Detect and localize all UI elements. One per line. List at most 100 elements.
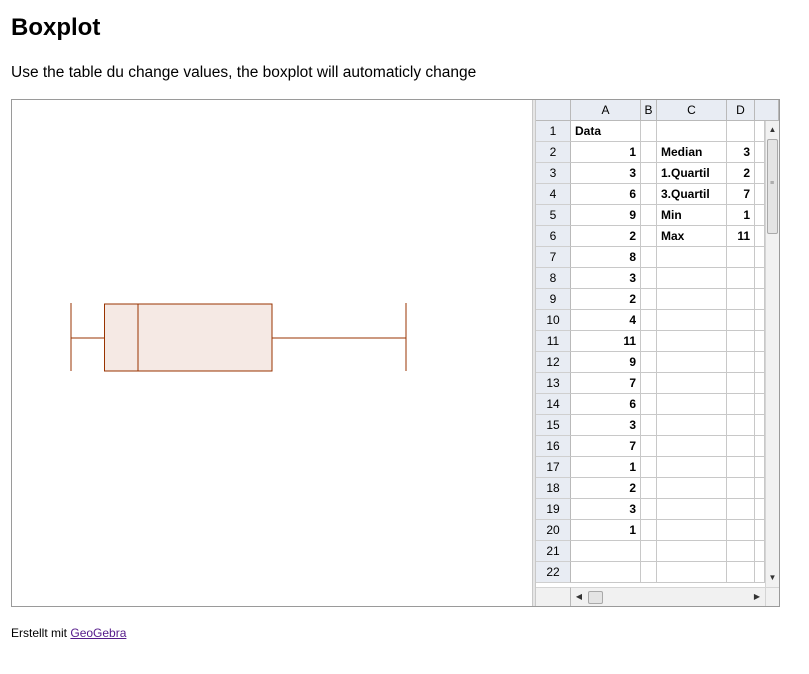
row-header[interactable]: 3 xyxy=(536,163,571,184)
row-header[interactable]: 22 xyxy=(536,562,571,583)
cell-b[interactable] xyxy=(641,436,657,457)
cell-d[interactable]: 2 xyxy=(727,163,755,184)
geogebra-link[interactable]: GeoGebra xyxy=(70,626,126,640)
cell-c[interactable] xyxy=(657,478,727,499)
horizontal-scrollbar[interactable]: ◀ ▶ xyxy=(571,587,765,606)
row-header[interactable]: 21 xyxy=(536,541,571,562)
cell-d[interactable]: 11 xyxy=(727,226,755,247)
cell-c[interactable] xyxy=(657,289,727,310)
cell-b[interactable] xyxy=(641,562,657,583)
cell-a[interactable]: 1 xyxy=(571,457,641,478)
cell-d[interactable]: 7 xyxy=(727,184,755,205)
cell-c[interactable]: Median xyxy=(657,142,727,163)
cell-a[interactable]: 7 xyxy=(571,436,641,457)
cell-b[interactable] xyxy=(641,373,657,394)
cell-d[interactable] xyxy=(727,499,755,520)
cell-e[interactable] xyxy=(755,562,765,583)
cell-a[interactable] xyxy=(571,541,641,562)
cell-e[interactable] xyxy=(755,289,765,310)
cell-b[interactable] xyxy=(641,394,657,415)
cell-d[interactable] xyxy=(727,247,755,268)
cell-d[interactable]: 1 xyxy=(727,205,755,226)
cell-e[interactable] xyxy=(755,352,765,373)
boxplot[interactable] xyxy=(70,303,407,372)
row-header[interactable]: 11 xyxy=(536,331,571,352)
cell-c[interactable] xyxy=(657,310,727,331)
row-header[interactable]: 20 xyxy=(536,520,571,541)
row-header[interactable]: 19 xyxy=(536,499,571,520)
cell-e[interactable] xyxy=(755,394,765,415)
cell-e[interactable] xyxy=(755,436,765,457)
cell-b[interactable] xyxy=(641,541,657,562)
cell-c[interactable] xyxy=(657,331,727,352)
cell-a[interactable]: 3 xyxy=(571,499,641,520)
cell-c[interactable] xyxy=(657,121,727,142)
cell-d[interactable] xyxy=(727,520,755,541)
cell-d[interactable] xyxy=(727,541,755,562)
column-header-d[interactable]: D xyxy=(727,100,755,121)
row-header[interactable]: 6 xyxy=(536,226,571,247)
cell-e[interactable] xyxy=(755,541,765,562)
cell-c[interactable] xyxy=(657,268,727,289)
row-header[interactable]: 4 xyxy=(536,184,571,205)
graphics-view[interactable] xyxy=(12,100,532,606)
cell-a[interactable]: 9 xyxy=(571,352,641,373)
row-header[interactable]: 10 xyxy=(536,310,571,331)
cell-b[interactable] xyxy=(641,142,657,163)
cell-e[interactable] xyxy=(755,268,765,289)
cell-e[interactable] xyxy=(755,310,765,331)
cell-a[interactable]: 9 xyxy=(571,205,641,226)
cell-c[interactable] xyxy=(657,499,727,520)
row-header[interactable]: 18 xyxy=(536,478,571,499)
cell-b[interactable] xyxy=(641,205,657,226)
cell-a[interactable]: 3 xyxy=(571,415,641,436)
column-header-a[interactable]: A xyxy=(571,100,641,121)
cell-b[interactable] xyxy=(641,121,657,142)
cell-c[interactable] xyxy=(657,562,727,583)
cell-a[interactable] xyxy=(571,562,641,583)
cell-e[interactable] xyxy=(755,184,765,205)
horizontal-scroll-thumb[interactable] xyxy=(588,591,603,604)
cell-a[interactable]: 6 xyxy=(571,394,641,415)
cell-c[interactable] xyxy=(657,352,727,373)
cell-d[interactable] xyxy=(727,121,755,142)
cell-c[interactable]: 1.Quartil xyxy=(657,163,727,184)
cell-a[interactable]: 6 xyxy=(571,184,641,205)
row-header[interactable]: 5 xyxy=(536,205,571,226)
cell-e[interactable] xyxy=(755,415,765,436)
cell-c[interactable] xyxy=(657,247,727,268)
cell-d[interactable] xyxy=(727,415,755,436)
cell-e[interactable] xyxy=(755,142,765,163)
cell-e[interactable] xyxy=(755,457,765,478)
cell-b[interactable] xyxy=(641,268,657,289)
cell-e[interactable] xyxy=(755,121,765,142)
cell-a[interactable]: 2 xyxy=(571,226,641,247)
cell-c[interactable] xyxy=(657,436,727,457)
row-header[interactable]: 16 xyxy=(536,436,571,457)
cell-b[interactable] xyxy=(641,310,657,331)
cell-d[interactable] xyxy=(727,373,755,394)
cell-d[interactable] xyxy=(727,562,755,583)
cell-d[interactable] xyxy=(727,268,755,289)
cell-d[interactable] xyxy=(727,436,755,457)
cell-e[interactable] xyxy=(755,499,765,520)
vertical-scroll-thumb[interactable]: ≡ xyxy=(767,139,778,234)
row-header[interactable]: 9 xyxy=(536,289,571,310)
cell-d[interactable] xyxy=(727,457,755,478)
cell-a[interactable]: 1 xyxy=(571,142,641,163)
cell-b[interactable] xyxy=(641,289,657,310)
cell-d[interactable] xyxy=(727,331,755,352)
row-header[interactable]: 12 xyxy=(536,352,571,373)
cell-a[interactable]: 3 xyxy=(571,268,641,289)
column-header-b[interactable]: B xyxy=(641,100,657,121)
arrow-left-icon[interactable]: ◀ xyxy=(573,590,585,604)
arrow-right-icon[interactable]: ▶ xyxy=(751,590,763,604)
cell-e[interactable] xyxy=(755,520,765,541)
cell-b[interactable] xyxy=(641,499,657,520)
cell-e[interactable] xyxy=(755,478,765,499)
cell-b[interactable] xyxy=(641,520,657,541)
row-header[interactable]: 15 xyxy=(536,415,571,436)
column-header-e[interactable] xyxy=(755,100,779,121)
cell-c[interactable] xyxy=(657,394,727,415)
row-header[interactable]: 1 xyxy=(536,121,571,142)
